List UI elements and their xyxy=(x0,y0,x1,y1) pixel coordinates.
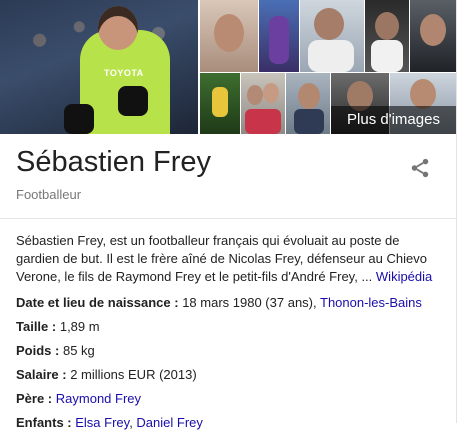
fact-birth: Date et lieu de naissance : 18 mars 1980… xyxy=(16,293,446,317)
photo-tile-1[interactable] xyxy=(200,0,258,72)
jersey-sponsor: TOYOTA xyxy=(104,68,144,78)
fact-label: Poids : xyxy=(16,343,60,358)
photo-tile-7[interactable] xyxy=(241,73,285,134)
entity-description: Sébastien Frey, est un footballeur franç… xyxy=(16,232,444,286)
more-images-button[interactable]: Plus d'images xyxy=(331,106,456,134)
entity-subtitle: Footballeur xyxy=(16,187,82,202)
section-divider xyxy=(0,218,456,219)
description-text: Sébastien Frey, est un footballeur franç… xyxy=(16,233,427,284)
fact-salary: Salaire : 2 millions EUR (2013) xyxy=(16,365,446,389)
photo-tile-2[interactable] xyxy=(259,0,299,72)
fact-weight: Poids : 85 kg xyxy=(16,341,446,365)
father-link[interactable]: Raymond Frey xyxy=(56,391,141,406)
photo-tile-3[interactable] xyxy=(300,0,364,72)
fact-label: Date et lieu de naissance : xyxy=(16,295,179,310)
facts-list: Date et lieu de naissance : 18 mars 1980… xyxy=(16,293,446,437)
photo-tile-5[interactable] xyxy=(410,0,456,72)
fact-value: 85 kg xyxy=(62,343,95,358)
fact-height: Taille : 1,89 m xyxy=(16,317,446,341)
fact-label: Père : xyxy=(16,391,53,406)
fact-value: 18 mars 1980 (37 ans), xyxy=(182,295,317,310)
fact-label: Salaire : xyxy=(16,367,67,382)
knowledge-panel: TOYOTA Plus d'images Sébastien Frey Foot… xyxy=(0,0,457,430)
fact-children: Enfants : Elsa Frey, Daniel Frey xyxy=(16,413,446,437)
photo-tile-4[interactable] xyxy=(365,0,409,72)
player-head xyxy=(98,6,138,50)
share-icon[interactable] xyxy=(409,157,431,179)
wikipedia-link[interactable]: Wikipédia xyxy=(376,269,432,284)
fact-value: 1,89 m xyxy=(59,319,100,334)
photo-tile-8[interactable] xyxy=(286,73,330,134)
fact-father: Père : Raymond Frey xyxy=(16,389,446,413)
birthplace-link[interactable]: Thonon-les-Bains xyxy=(320,295,422,310)
goalkeeper-glove-right xyxy=(118,86,148,116)
goalkeeper-glove-left xyxy=(64,104,94,134)
photo-tile-6[interactable] xyxy=(200,73,240,134)
main-photo[interactable]: TOYOTA xyxy=(0,0,198,134)
fact-value: 2 millions EUR (2013) xyxy=(70,367,197,382)
entity-title: Sébastien Frey xyxy=(16,146,212,178)
fact-label: Taille : xyxy=(16,319,57,334)
